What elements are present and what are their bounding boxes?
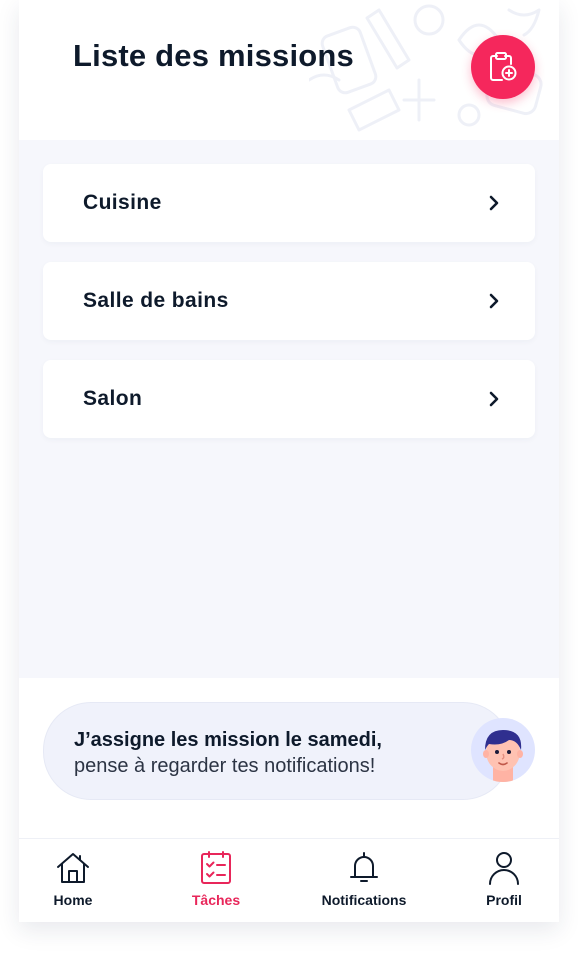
bell-icon (350, 852, 378, 882)
nav-label: Home (53, 892, 93, 908)
mission-item-salon[interactable]: Salon (43, 360, 535, 438)
header: Liste des missions (19, 0, 559, 140)
nav-item-home[interactable]: Home (19, 849, 133, 919)
mission-item-cuisine[interactable]: Cuisine (43, 164, 535, 242)
mission-label: Salon (83, 387, 143, 410)
chevron-right-icon (489, 391, 499, 407)
page-title: Liste des missions (73, 38, 354, 73)
app-screen: Liste des missions Cuisine Salle de bain… (19, 0, 559, 922)
child-avatar-icon (471, 718, 535, 782)
nav-label: Profil (486, 892, 522, 908)
mission-list: Cuisine Salle de bains Salon (43, 164, 535, 458)
chevron-right-icon (489, 195, 499, 211)
notification-banner: J’assigne les mission le samedi, pense à… (43, 702, 511, 800)
nav-item-notifications[interactable]: Notifications (304, 849, 424, 919)
user-icon (489, 852, 519, 885)
nav-label: Notifications (321, 892, 407, 908)
nav-label: Tâches (191, 892, 241, 908)
mission-label: Salle de bains (83, 289, 229, 312)
mission-item-salle-de-bains[interactable]: Salle de bains (43, 262, 535, 340)
notification-banner-area: J’assigne les mission le samedi, pense à… (19, 678, 559, 838)
bottom-navigation: Home Tâches Notifications Profil (19, 838, 559, 922)
nav-item-taches[interactable]: Tâches (156, 849, 276, 919)
banner-bold-text: J’assigne les mission le samedi, (74, 729, 382, 751)
task-list-icon (201, 851, 231, 884)
mission-label: Cuisine (83, 191, 162, 214)
chevron-right-icon (489, 293, 499, 309)
clipboard-plus-icon (490, 52, 517, 81)
add-mission-button[interactable] (471, 35, 535, 99)
house-icon (57, 853, 89, 883)
banner-text: pense à regarder tes notifications! (74, 755, 376, 777)
nav-item-profil[interactable]: Profil (444, 849, 559, 919)
